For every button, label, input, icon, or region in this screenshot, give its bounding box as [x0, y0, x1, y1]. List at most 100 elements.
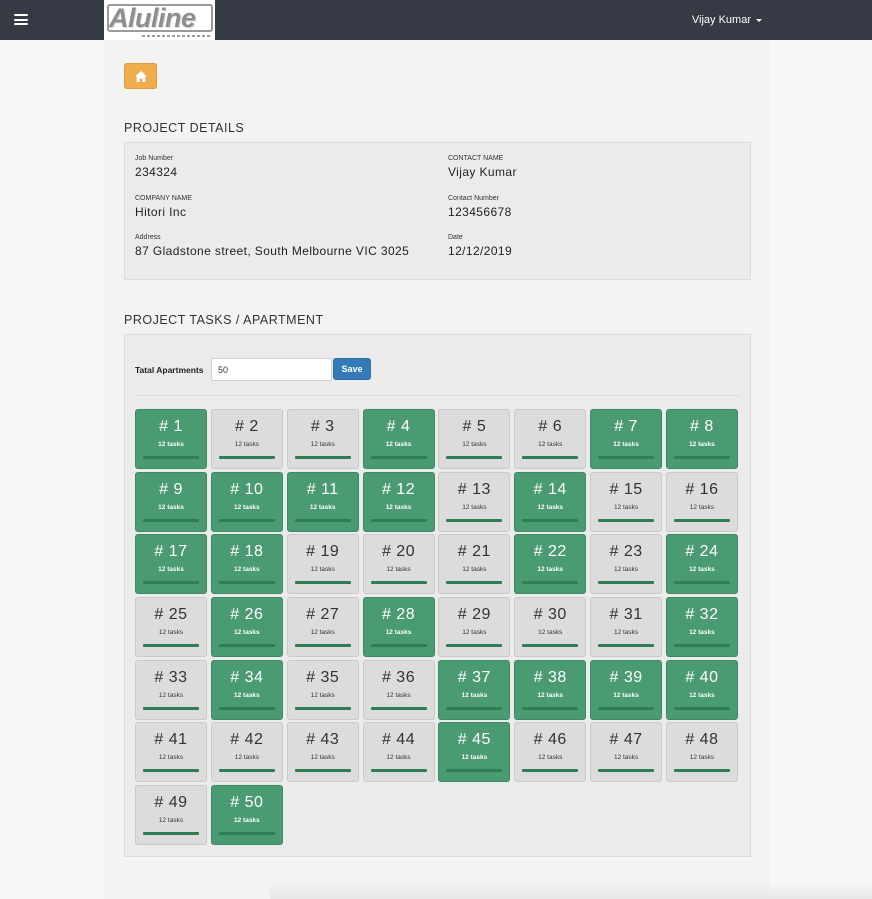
apartment-tile[interactable]: # 9 12 tasks: [135, 471, 207, 532]
logo-text: Aluline: [109, 3, 196, 33]
apartment-tile[interactable]: # 23 12 tasks: [590, 534, 663, 595]
apartment-tile[interactable]: # 5 12 tasks: [438, 409, 511, 469]
apartment-tile[interactable]: # 26 12 tasks: [210, 597, 283, 658]
apartment-progress-fill: [143, 518, 199, 522]
apartment-progress-fill: [446, 769, 503, 773]
apartment-task-count: 12 tasks: [310, 441, 335, 448]
apartment-task-count: 12 tasks: [310, 754, 335, 762]
apartment-tile[interactable]: # 18 12 tasks: [210, 534, 283, 595]
home-button[interactable]: [124, 63, 157, 89]
apartment-tile[interactable]: # 32 12 tasks: [665, 597, 738, 658]
apartment-tile[interactable]: # 22 12 tasks: [514, 534, 587, 595]
apartment-tile[interactable]: # 10 12 tasks: [210, 471, 283, 532]
apartment-progress-bar: [143, 456, 199, 459]
apartment-tile[interactable]: # 4 12 tasks: [362, 409, 435, 469]
contact-number-value: 123456678: [448, 205, 512, 219]
apartment-progress-fill: [598, 769, 655, 773]
apartment-tile[interactable]: # 28 12 tasks: [362, 597, 435, 658]
apartment-tile[interactable]: # 12 12 tasks: [362, 471, 435, 532]
apartment-grid: # 1 12 tasks # 2 12 tasks # 3 12 tasks # 4 12 t…: [135, 409, 740, 846]
apartment-progress-fill: [218, 706, 275, 710]
apartment-tile[interactable]: # 43 12 tasks: [286, 722, 359, 783]
apartment-tile[interactable]: # 24 12 tasks: [665, 534, 738, 595]
apartment-progress-fill: [522, 518, 579, 522]
apartment-tile[interactable]: # 1 12 tasks: [135, 409, 207, 469]
apartment-number: # 44: [381, 731, 416, 749]
aluline-logo[interactable]: Aluline: [104, 0, 215, 40]
apartment-number: # 17: [154, 543, 188, 561]
total-apartments-label: Tatal Apartments: [135, 365, 204, 375]
apartment-tile[interactable]: # 48 12 tasks: [665, 722, 738, 783]
apartment-progress-fill: [673, 456, 730, 459]
apartment-progress-bar: [673, 769, 730, 773]
hamburger-icon[interactable]: [14, 14, 28, 25]
apartment-progress-bar: [446, 456, 503, 459]
apartment-tile[interactable]: # 25 12 tasks: [135, 597, 207, 658]
apartment-task-count: 12 tasks: [385, 441, 412, 448]
apartment-tile[interactable]: # 6 12 tasks: [514, 409, 587, 469]
apartment-tile[interactable]: # 27 12 tasks: [286, 597, 359, 658]
apartment-tile[interactable]: # 13 12 tasks: [438, 471, 511, 532]
apartment-task-count: 12 tasks: [158, 629, 184, 637]
apartment-tile[interactable]: # 16 12 tasks: [665, 471, 738, 532]
apartment-number: # 22: [533, 543, 567, 561]
apartment-tile[interactable]: # 11 12 tasks: [286, 471, 359, 532]
apartment-progress-bar: [446, 518, 503, 522]
user-menu-dropdown[interactable]: Vijay Kumar: [692, 14, 762, 26]
apartment-tile[interactable]: # 50 12 tasks: [210, 785, 283, 846]
apartment-progress-fill: [294, 644, 351, 648]
apartment-progress-bar: [370, 518, 427, 522]
apartment-number: # 42: [230, 731, 264, 749]
apartment-progress-fill: [370, 518, 427, 522]
apartment-task-count: 12 tasks: [386, 691, 411, 699]
apartment-tile[interactable]: # 20 12 tasks: [362, 534, 435, 595]
apartment-progress-fill: [218, 644, 275, 648]
apartment-tile[interactable]: # 35 12 tasks: [286, 659, 359, 720]
apartment-task-count: 12 tasks: [158, 566, 184, 574]
apartment-progress-bar: [522, 706, 579, 710]
apartment-tile[interactable]: # 49 12 tasks: [135, 785, 207, 846]
apartment-tile[interactable]: # 21 12 tasks: [438, 534, 511, 595]
apartment-tile[interactable]: # 33 12 tasks: [135, 659, 207, 720]
apartment-tile[interactable]: # 40 12 tasks: [665, 659, 738, 720]
apartment-tile[interactable]: # 30 12 tasks: [514, 597, 587, 658]
apartment-tile[interactable]: # 39 12 tasks: [590, 659, 663, 720]
apartment-task-count: 12 tasks: [158, 691, 184, 699]
apartment-progress-bar: [446, 706, 503, 710]
apartment-number: # 16: [685, 480, 719, 498]
apartment-number: # 1: [159, 418, 183, 435]
apartment-tile[interactable]: # 45 12 tasks: [438, 722, 511, 783]
apartment-tile[interactable]: # 31 12 tasks: [590, 597, 663, 658]
apartment-task-count: 12 tasks: [538, 754, 563, 762]
apartment-tile[interactable]: # 2 12 tasks: [210, 409, 283, 469]
apartment-tile[interactable]: # 17 12 tasks: [135, 534, 207, 595]
apartment-tile[interactable]: # 29 12 tasks: [438, 597, 511, 658]
apartment-tile[interactable]: # 8 12 tasks: [665, 409, 738, 469]
apartment-tile[interactable]: # 44 12 tasks: [362, 722, 435, 783]
apartment-tile[interactable]: # 36 12 tasks: [362, 659, 435, 720]
apartment-progress-fill: [218, 518, 275, 522]
apartment-tile[interactable]: # 19 12 tasks: [286, 534, 359, 595]
apartment-task-count: 12 tasks: [234, 503, 260, 511]
total-apartments-input[interactable]: [211, 358, 332, 381]
apartment-tile[interactable]: # 15 12 tasks: [590, 471, 663, 532]
apartment-tile[interactable]: # 42 12 tasks: [210, 722, 283, 783]
apartment-number: # 35: [306, 668, 340, 686]
save-button[interactable]: Save: [333, 358, 371, 380]
apartment-tile[interactable]: # 47 12 tasks: [590, 722, 663, 783]
apartment-progress-fill: [218, 581, 275, 585]
apartment-progress-fill: [370, 706, 427, 710]
apartment-tile[interactable]: # 41 12 tasks: [135, 722, 207, 783]
apartment-progress-fill: [370, 769, 427, 773]
apartment-progress-bar: [218, 644, 275, 648]
apartment-tile[interactable]: # 37 12 tasks: [438, 659, 511, 720]
apartment-progress-bar: [294, 769, 351, 773]
apartment-progress-fill: [673, 518, 730, 522]
apartment-tile[interactable]: # 46 12 tasks: [514, 722, 587, 783]
apartment-tile[interactable]: # 7 12 tasks: [590, 409, 663, 469]
apartment-tile[interactable]: # 38 12 tasks: [514, 659, 587, 720]
apartment-tile[interactable]: # 3 12 tasks: [286, 409, 359, 469]
apartment-tile[interactable]: # 14 12 tasks: [514, 471, 587, 532]
apartment-progress-bar: [370, 706, 427, 710]
apartment-tile[interactable]: # 34 12 tasks: [210, 659, 283, 720]
